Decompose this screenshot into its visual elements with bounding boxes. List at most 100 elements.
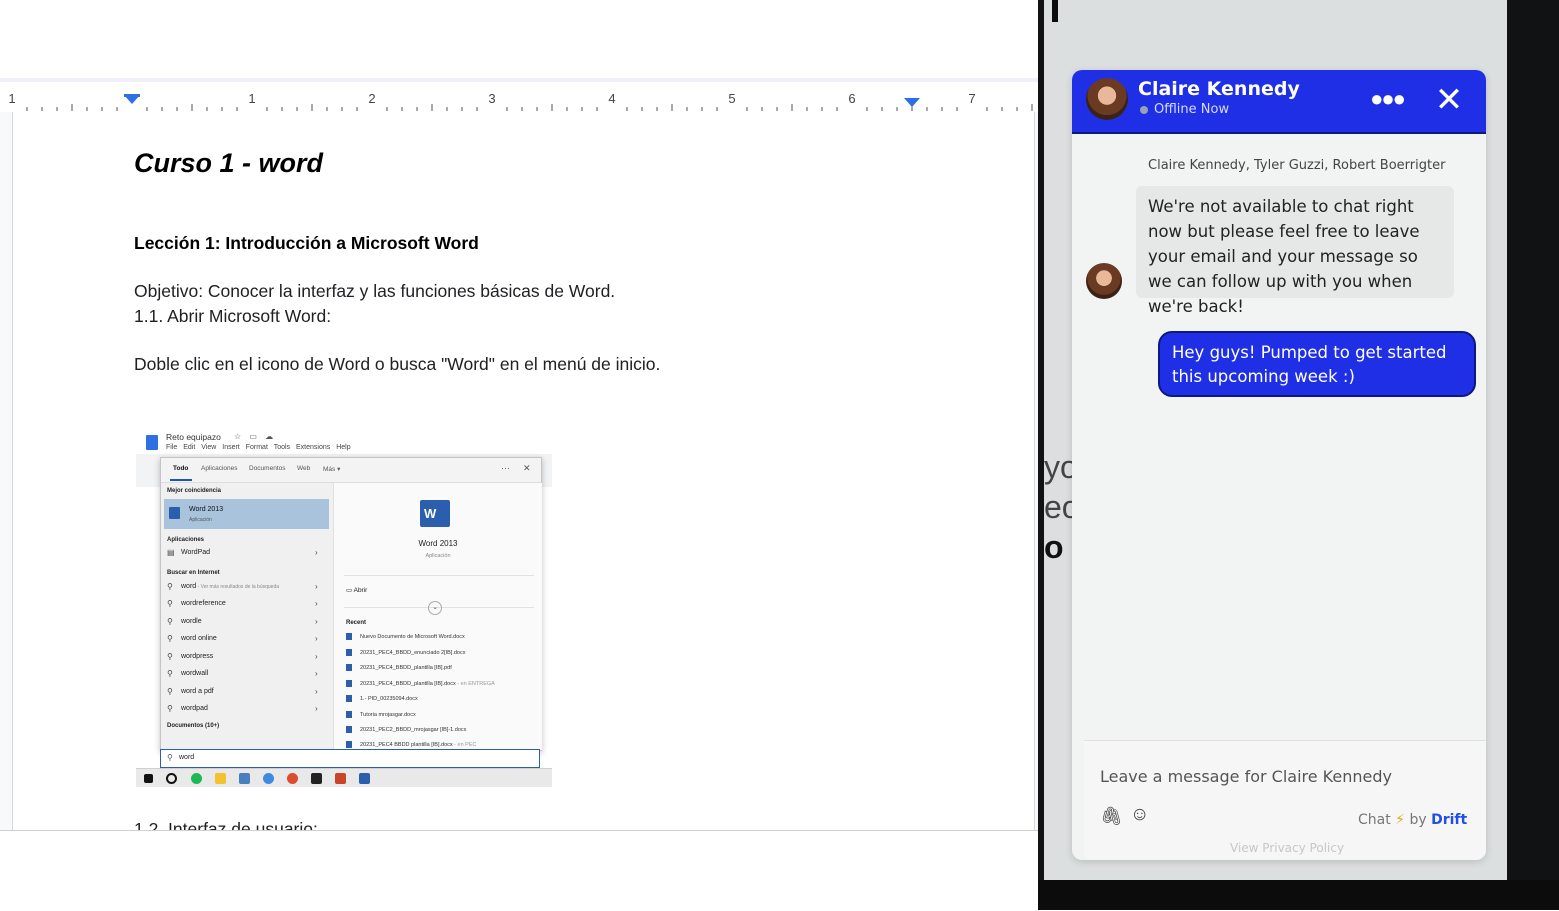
agent-message-avatar — [1086, 263, 1122, 299]
recent-file: 20231_PEC4 BBDD plantilla [IB].docx - en… — [346, 741, 476, 748]
doc-toolbar-area — [0, 0, 1038, 78]
windows-search-panel: Todo Aplicaciones Documentos Web Más ▾ ·… — [160, 457, 542, 751]
search-icon: ⚲ — [167, 704, 173, 713]
word-app-icon — [169, 507, 180, 519]
recent-file: 1.- PID_00235094.docx — [346, 695, 418, 702]
lesson-heading: Lección 1: Introducción a Microsoft Word — [134, 233, 479, 253]
horizontal-ruler[interactable]: 1 1 2 3 4 5 6 7 — [0, 82, 1038, 113]
web-result: ⚲ wordpad › — [167, 704, 318, 713]
chevron-right-icon: › — [315, 669, 318, 678]
ruler-ticks — [26, 104, 1033, 111]
recent-file: Nuevo Documento de Microsoft Word.docx — [346, 633, 465, 640]
search-icon: ⚲ — [167, 634, 173, 643]
search-results-list: Mejor coincidencia Word 2013 Aplicación … — [161, 483, 333, 750]
spotify-icon — [191, 773, 202, 784]
agent-message-bubble: We're not available to chat right now bu… — [1136, 186, 1454, 316]
attach-button[interactable]: 🖇 — [1100, 806, 1123, 828]
more-options-button[interactable]: ●●● — [1370, 86, 1406, 114]
tab-mas: Más ▾ — [323, 466, 341, 473]
agent-status: Offline Now — [1154, 102, 1230, 117]
tab-todo: Todo — [173, 465, 189, 472]
preview-app-name: Word 2013 — [418, 539, 458, 548]
right-indent-marker[interactable] — [904, 98, 920, 107]
section-web: Buscar en Internet — [167, 570, 220, 576]
more-icon: ··· — [501, 463, 510, 473]
close-icon: ✕ — [523, 463, 531, 473]
best-match-item: Word 2013 Aplicación — [164, 499, 329, 529]
menu-extensions: Extensions — [296, 444, 331, 451]
open-action: ▭ Abrir — [346, 587, 368, 594]
privacy-policy-link[interactable]: View Privacy Policy — [1230, 841, 1344, 855]
search-icon: ⚲ — [167, 599, 173, 608]
powerpoint-icon — [335, 773, 346, 784]
web-result: ⚲ wordwall › — [167, 669, 318, 678]
embedded-screenshot[interactable]: Reto equipazo ☆ ▭ ☁ File Edit View Inser… — [136, 430, 552, 787]
menu-view: View — [201, 444, 217, 451]
status-dot-icon — [1140, 106, 1148, 114]
emoji-button[interactable]: ☺ — [1130, 804, 1152, 826]
section-documents: Documentos (10+) — [167, 723, 220, 729]
chevron-right-icon: › — [315, 687, 318, 696]
bezel-notch — [1052, 0, 1058, 22]
device-bezel: you eo o Claire Kennedy Offline Now ●●● … — [1038, 0, 1559, 910]
web-result: ⚲ word online › — [167, 634, 318, 643]
ruler-number: 2 — [368, 91, 376, 106]
result-preview: Word 2013 Aplicación ▭ Abrir ⌄ Recent Nu… — [333, 483, 542, 750]
word-file-icon — [346, 741, 352, 748]
tab-web: Web — [297, 465, 311, 472]
menu-insert: Insert — [222, 444, 240, 451]
word-file-icon — [346, 726, 352, 733]
word-file-icon — [346, 649, 352, 656]
active-tab-underline — [170, 479, 192, 481]
file-explorer-icon — [215, 773, 226, 784]
recent-file: 20231_PEC2_BBDD_mrojasgar [IB]-1.docx — [346, 726, 466, 733]
menu-edit: Edit — [183, 444, 196, 451]
doc-bottom-area — [0, 830, 1038, 911]
terminal-icon — [311, 773, 322, 784]
chevron-right-icon: › — [315, 582, 318, 591]
tab-documentos: Documentos — [249, 465, 286, 472]
step-1-2-text: 1.2. Interfaz de usuario: — [134, 819, 318, 830]
drift-brand: Drift — [1431, 812, 1468, 828]
preview-app-type: Aplicación — [425, 553, 451, 559]
best-match-sub: Aplicación — [189, 517, 212, 523]
message-input[interactable] — [1100, 763, 1460, 789]
app-icon: ▤ — [167, 548, 175, 557]
ruler-number: 7 — [968, 91, 976, 106]
search-icon: ⚲ — [167, 669, 173, 678]
paperclip-icon: 🖇 — [1100, 806, 1123, 826]
ruler-number: 1 — [248, 91, 256, 106]
section-best-match: Mejor coincidencia — [167, 488, 222, 494]
search-icon: ⚲ — [167, 617, 173, 626]
lightning-bolt-icon: ⚡ — [1395, 812, 1406, 828]
document-page[interactable]: Curso 1 - word Lección 1: Introducción a… — [12, 112, 1035, 830]
recent-file: 20231_PEC4_BBDD_plantilla [IB].pdf — [346, 664, 452, 671]
tab-aplicaciones: Aplicaciones — [201, 465, 238, 472]
close-chat-button[interactable]: ✕ — [1432, 83, 1466, 117]
chevron-down-icon: ⌄ — [428, 601, 442, 615]
ruler-number: 4 — [608, 91, 616, 106]
chevron-right-icon: › — [315, 617, 318, 626]
bezel-bottom — [1038, 880, 1559, 910]
menu-tools: Tools — [273, 444, 291, 451]
powered-by-drift[interactable]: Chat ⚡ by Drift — [1358, 812, 1467, 828]
browser-icon — [263, 773, 274, 784]
menu-help: Help — [336, 444, 351, 451]
message-composer: 🖇 ☺ Chat ⚡ by Drift View Privacy Policy — [1084, 740, 1486, 860]
conversation-participants: Claire Kennedy, Tyler Guzzi, Robert Boer… — [1148, 158, 1446, 173]
word-file-icon — [346, 695, 352, 702]
recent-file: 20231_PEC4_BBDD_plantilla [IB].docx - en… — [346, 680, 495, 687]
word-icon — [359, 773, 370, 784]
menu-format: Format — [245, 444, 268, 451]
web-result: ⚲ wordpress › — [167, 652, 318, 661]
step-1-1-text: 1.1. Abrir Microsoft Word: — [134, 306, 332, 326]
device-screen: you eo o Claire Kennedy Offline Now ●●● … — [1044, 0, 1507, 880]
agent-avatar — [1086, 78, 1128, 120]
menu-file: File — [166, 444, 178, 451]
result-wordpad: ▤ WordPad › — [167, 548, 318, 557]
agent-name: Claire Kennedy — [1138, 78, 1300, 100]
word-logo-icon — [420, 500, 450, 527]
objective-text: Objetivo: Conocer la interfaz y las func… — [134, 281, 616, 301]
windows-search-box: ⚲ word — [160, 749, 540, 768]
first-line-indent-marker[interactable] — [124, 94, 140, 97]
